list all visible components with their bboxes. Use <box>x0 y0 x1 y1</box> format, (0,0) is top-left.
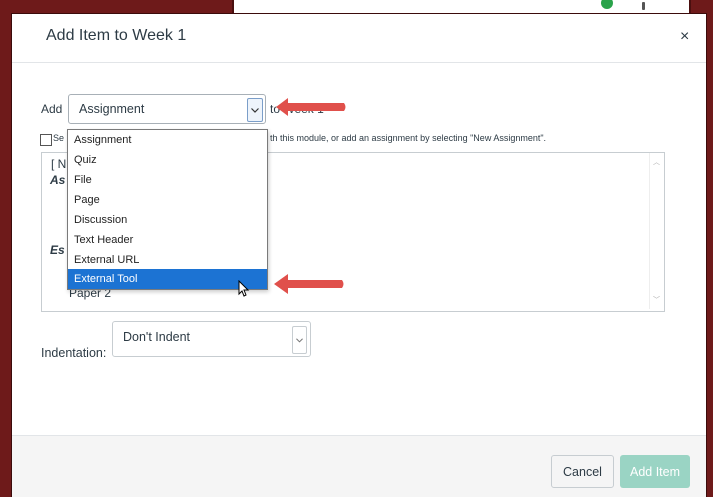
cancel-button[interactable]: Cancel <box>551 455 614 488</box>
chevron-down-icon[interactable] <box>247 98 263 122</box>
item-type-select[interactable]: Assignment <box>68 94 266 124</box>
hint-text-start: Se <box>53 133 65 143</box>
dropdown-option-assignment[interactable]: Assignment <box>68 130 267 150</box>
dialog-footer: Cancel Add Item <box>12 435 706 497</box>
indentation-label: Indentation: <box>41 346 107 360</box>
dropdown-option-external-url[interactable]: External URL <box>68 250 267 270</box>
annotation-arrow-icon <box>276 98 346 116</box>
indentation-value: Don't Indent <box>123 330 191 344</box>
add-item-dialog: Add Item to Week 1 × Add Assignment to W… <box>12 14 706 497</box>
indentation-select[interactable]: Don't Indent <box>112 321 311 357</box>
chevron-down-icon[interactable] <box>292 326 307 354</box>
item-type-dropdown[interactable]: Assignment Quiz File Page Discussion Tex… <box>67 129 268 290</box>
dropdown-option-quiz[interactable]: Quiz <box>68 150 267 170</box>
scroll-down-icon[interactable]: ﹀ <box>653 295 660 305</box>
edit-icon <box>40 134 52 146</box>
dropdown-option-text-header[interactable]: Text Header <box>68 230 267 250</box>
dropdown-option-page[interactable]: Page <box>68 190 267 210</box>
add-item-button[interactable]: Add Item <box>620 455 690 488</box>
dialog-title: Add Item to Week 1 <box>46 27 187 44</box>
dropdown-option-file[interactable]: File <box>68 170 267 190</box>
item-type-value: Assignment <box>79 102 145 116</box>
mouse-cursor-icon <box>238 280 250 297</box>
list-item[interactable]: As <box>50 173 65 187</box>
annotation-arrow-icon <box>274 274 344 294</box>
list-item[interactable]: [ N <box>51 157 66 171</box>
dialog-header: Add Item to Week 1 × <box>12 14 706 63</box>
dropdown-option-discussion[interactable]: Discussion <box>68 210 267 230</box>
scroll-up-icon[interactable]: ︿ <box>653 157 660 167</box>
more-icon <box>642 2 645 10</box>
close-icon[interactable]: × <box>680 28 689 46</box>
hint-text: th this module, or add an assignment by … <box>270 133 547 143</box>
listbox-scrollbar[interactable]: ︿ ﹀ <box>649 153 664 309</box>
list-item[interactable]: Es <box>50 243 65 257</box>
check-icon <box>601 0 613 9</box>
add-label: Add <box>41 102 63 116</box>
